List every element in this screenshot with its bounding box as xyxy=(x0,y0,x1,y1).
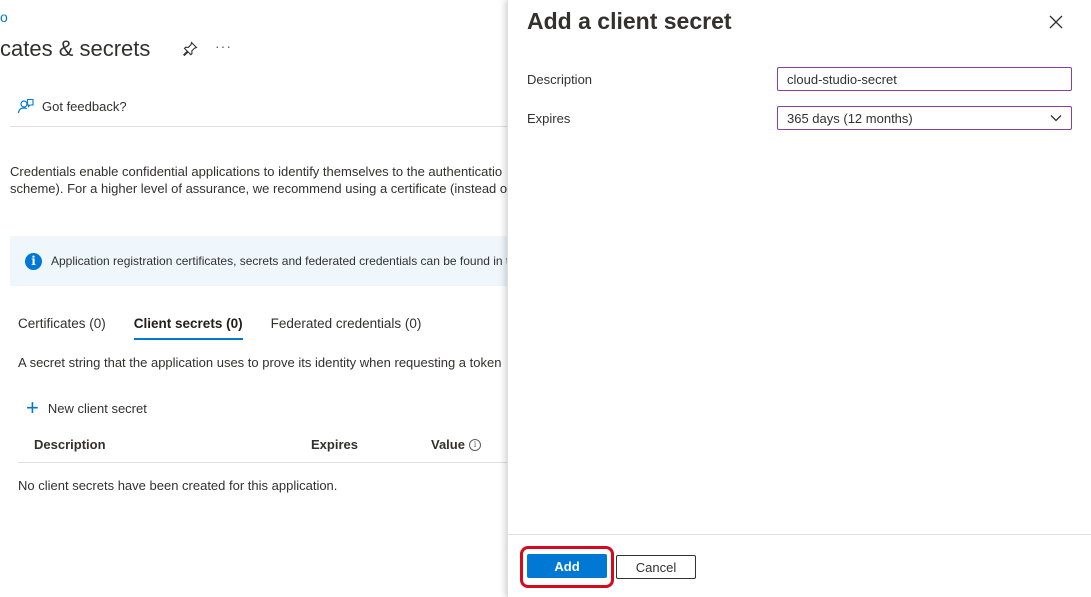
tab-client-secrets-label: Client secrets (0) xyxy=(133,316,243,331)
tab-client-secrets[interactable]: Client secrets (0) xyxy=(133,316,243,340)
breadcrumb-fragment[interactable]: o xyxy=(0,9,8,25)
column-header-value-label: Value xyxy=(431,437,465,452)
close-icon[interactable] xyxy=(1046,12,1066,32)
credential-tabs: Certificates (0) Client secrets (0) Fede… xyxy=(18,316,421,340)
info-message: Application registration certificates, s… xyxy=(51,254,507,268)
column-header-description[interactable]: Description xyxy=(34,437,106,452)
new-client-secret-button[interactable]: + New client secret xyxy=(26,395,147,420)
secret-description: A secret string that the application use… xyxy=(18,355,502,370)
new-client-secret-label: New client secret xyxy=(47,400,147,416)
cancel-button[interactable]: Cancel xyxy=(616,555,696,579)
info-icon[interactable]: i xyxy=(468,438,481,451)
footer-divider xyxy=(508,534,1091,535)
background-page: o cates & secrets ··· Got feedback? Cred… xyxy=(0,0,507,597)
add-button[interactable]: Add xyxy=(527,554,607,578)
add-client-secret-panel: Add a client secret Description Expires … xyxy=(507,0,1091,597)
divider xyxy=(10,126,507,127)
feedback-button[interactable]: Got feedback? xyxy=(17,98,127,115)
info-icon: i xyxy=(25,252,42,270)
feedback-label: Got feedback? xyxy=(42,99,127,114)
feedback-icon xyxy=(17,98,34,114)
secrets-table-header: Description Expires Value i xyxy=(18,437,507,463)
description-input[interactable] xyxy=(777,67,1072,91)
expires-dropdown[interactable]: 365 days (12 months) xyxy=(777,106,1072,130)
credentials-description: Credentials enable confidential applicat… xyxy=(10,163,507,197)
chevron-down-icon xyxy=(1050,115,1062,122)
pin-icon[interactable] xyxy=(182,41,198,57)
tab-federated-credentials[interactable]: Federated credentials (0) xyxy=(271,316,422,340)
empty-state-message: No client secrets have been created for … xyxy=(18,478,338,493)
column-header-expires[interactable]: Expires xyxy=(311,437,358,452)
tab-certificates[interactable]: Certificates (0) xyxy=(18,316,106,340)
more-options-icon[interactable]: ··· xyxy=(215,38,232,54)
description-line-2: scheme). For a higher level of assurance… xyxy=(10,181,507,196)
plus-icon: + xyxy=(26,395,39,420)
description-line-1: Credentials enable confidential applicat… xyxy=(10,164,503,179)
panel-title: Add a client secret xyxy=(527,8,732,34)
description-label: Description xyxy=(527,72,593,87)
page-title: cates & secrets xyxy=(0,36,151,61)
column-header-value[interactable]: Value i xyxy=(431,437,481,452)
expires-selected-value: 365 days (12 months) xyxy=(787,110,913,126)
expires-label: Expires xyxy=(527,111,571,126)
info-banner: i Application registration certificates,… xyxy=(10,236,507,286)
